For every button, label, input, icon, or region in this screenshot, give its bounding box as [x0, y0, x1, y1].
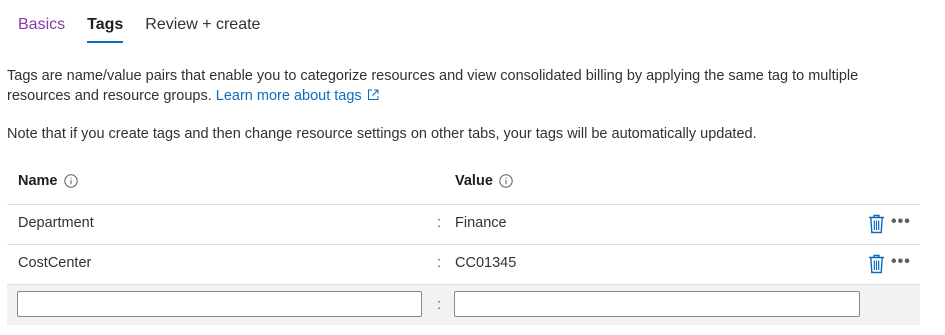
- column-header-name: Name: [18, 173, 78, 189]
- column-header-value: Value: [455, 173, 513, 189]
- tab-review-create[interactable]: Review + create: [145, 14, 260, 44]
- trash-icon[interactable]: [868, 214, 885, 234]
- new-tag-row: :: [7, 284, 920, 325]
- more-options-button[interactable]: •••: [891, 213, 915, 231]
- more-options-button[interactable]: •••: [891, 253, 915, 271]
- external-link-icon: [367, 87, 379, 107]
- column-header-value-label: Value: [455, 173, 493, 189]
- trash-icon[interactable]: [868, 254, 885, 274]
- row-divider: [7, 204, 920, 205]
- new-tag-value-input[interactable]: [454, 291, 860, 317]
- name-value-separator: :: [437, 297, 442, 313]
- new-tag-name-input[interactable]: [17, 291, 422, 317]
- tag-name: Department: [18, 215, 94, 231]
- tag-row: CostCenter : CC01345 •••: [7, 244, 920, 284]
- tag-row: Department : Finance •••: [7, 204, 920, 244]
- tag-name: CostCenter: [18, 255, 92, 271]
- tag-value: Finance: [455, 215, 507, 231]
- tab-tags[interactable]: Tags: [87, 14, 124, 44]
- info-icon[interactable]: [499, 174, 513, 188]
- tags-description: Tags are name/value pairs that enable yo…: [7, 66, 917, 107]
- tag-value: CC01345: [455, 255, 517, 271]
- row-divider: [7, 244, 920, 245]
- description-text: Tags are name/value pairs that enable yo…: [7, 68, 859, 104]
- learn-more-link[interactable]: Learn more about tags: [216, 88, 379, 104]
- name-value-separator: :: [437, 255, 442, 271]
- info-icon[interactable]: [63, 174, 78, 188]
- column-header-name-label: Name: [18, 173, 58, 189]
- name-value-separator: :: [437, 215, 442, 231]
- learn-more-link-label[interactable]: Learn more about tags: [216, 88, 362, 104]
- wizard-tabs: Basics Tags Review + create: [18, 14, 260, 44]
- tags-note: Note that if you create tags and then ch…: [7, 126, 757, 142]
- tab-basics[interactable]: Basics: [18, 14, 65, 44]
